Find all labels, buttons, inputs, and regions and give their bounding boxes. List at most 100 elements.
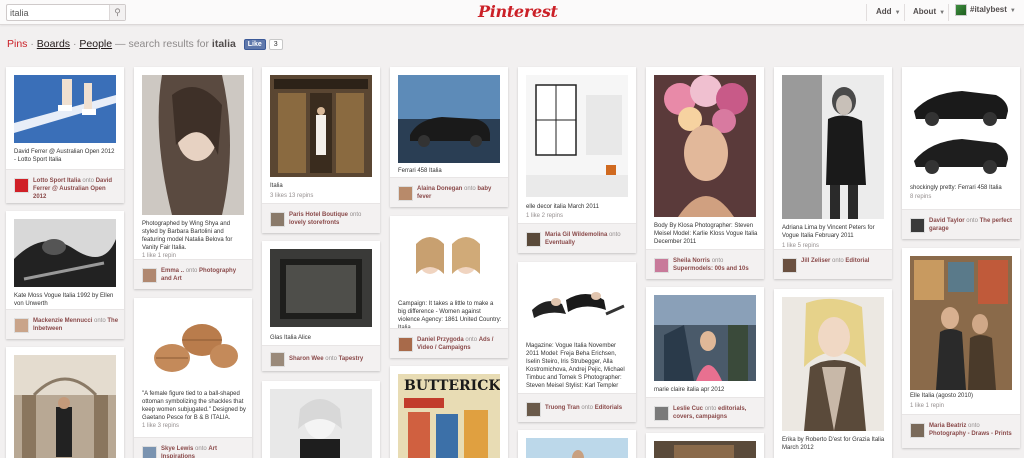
pin-image[interactable] bbox=[142, 306, 244, 378]
pin-card[interactable] bbox=[646, 433, 764, 458]
attribution-text: Paris Hotel Boutique onto lovely storefr… bbox=[289, 211, 376, 227]
pin-image[interactable] bbox=[398, 75, 500, 163]
pin-image[interactable]: BUTTERICK bbox=[398, 374, 500, 458]
pinner-name[interactable]: Sheila Norris bbox=[673, 258, 710, 264]
attribution-text: Truong Tran onto Editorials bbox=[545, 404, 632, 412]
pin-card[interactable]: elle decor italia March 2011 1 like 2 re… bbox=[518, 67, 636, 253]
nav-about-menu[interactable]: About ▼ bbox=[913, 7, 945, 16]
tab-pins[interactable]: Pins bbox=[7, 38, 27, 50]
onto-text: onto bbox=[195, 446, 207, 452]
breadcrumb-separator: · bbox=[30, 38, 34, 50]
pinner-name[interactable]: Maria Beatriz bbox=[929, 423, 966, 429]
user-avatar[interactable] bbox=[270, 352, 285, 367]
pin-image[interactable] bbox=[782, 75, 884, 219]
pin-image[interactable] bbox=[270, 249, 372, 327]
board-name[interactable]: Editorial bbox=[845, 258, 869, 264]
pin-image[interactable] bbox=[14, 219, 116, 287]
pin-image[interactable] bbox=[910, 75, 1012, 179]
user-avatar[interactable] bbox=[526, 232, 541, 247]
pinner-name[interactable]: Jill Zeliser bbox=[801, 258, 830, 264]
pin-image[interactable] bbox=[270, 75, 372, 177]
pin-card[interactable]: Italia 3 likes 13 repins Paris Hotel Bou… bbox=[262, 67, 380, 233]
user-avatar[interactable] bbox=[398, 337, 413, 352]
pinner-name[interactable]: Sharon Wee bbox=[289, 356, 324, 362]
pin-card[interactable]: Elle Italia (agosto 2010) 1 like 1 repin… bbox=[902, 248, 1020, 448]
user-avatar[interactable] bbox=[14, 178, 29, 193]
user-avatar bbox=[955, 4, 967, 16]
pin-image[interactable] bbox=[14, 75, 116, 143]
pinner-name[interactable]: Truong Tran bbox=[545, 405, 580, 411]
pin-image[interactable] bbox=[910, 256, 1012, 390]
pin-image[interactable] bbox=[654, 295, 756, 381]
pinner-name[interactable]: Paris Hotel Boutique bbox=[289, 212, 348, 218]
user-avatar[interactable] bbox=[782, 258, 797, 273]
pinner-name[interactable]: Daniel Przygoda bbox=[417, 337, 464, 343]
user-avatar[interactable] bbox=[526, 402, 541, 417]
onto-text: onto bbox=[465, 337, 478, 343]
pinner-name[interactable]: Leslie Cuc bbox=[673, 406, 703, 412]
board-name[interactable]: Editorials bbox=[595, 405, 622, 411]
user-avatar[interactable] bbox=[910, 218, 925, 233]
pin-card[interactable] bbox=[262, 381, 380, 458]
pin-card[interactable]: Glas Italia Alice Sharon Wee onto Tapest… bbox=[262, 241, 380, 371]
user-avatar[interactable] bbox=[270, 212, 285, 227]
tab-people[interactable]: People bbox=[79, 38, 112, 50]
pin-card[interactable]: Photographed by Wing Shya and styled by … bbox=[134, 67, 252, 289]
search-box[interactable]: ⚲ bbox=[6, 4, 126, 21]
user-avatar[interactable] bbox=[910, 423, 925, 438]
user-avatar[interactable] bbox=[14, 318, 29, 333]
board-name[interactable]: Eventually bbox=[545, 240, 575, 246]
pinner-name[interactable]: Emma .. bbox=[161, 268, 184, 274]
board-name[interactable]: Photography - Draws - Prints bbox=[929, 431, 1012, 437]
pinner-name[interactable]: Maria Gil Wildemolina bbox=[545, 232, 607, 238]
user-avatar[interactable] bbox=[142, 268, 157, 283]
pinner-name[interactable]: Lotto Sport Italia bbox=[33, 178, 81, 184]
pin-card[interactable]: shockingly pretty: Ferrari 458 Italia 8 … bbox=[902, 67, 1020, 239]
user-avatar[interactable] bbox=[142, 446, 157, 458]
breadcrumb-separator: · bbox=[72, 38, 77, 50]
pin-image[interactable] bbox=[398, 224, 500, 294]
pin-card[interactable] bbox=[6, 347, 124, 458]
pin-image[interactable] bbox=[654, 441, 756, 458]
pin-card[interactable]: Magazine: Vogue Italia November 2011 Mod… bbox=[518, 262, 636, 422]
pin-image[interactable] bbox=[654, 75, 756, 217]
pin-image[interactable] bbox=[142, 75, 244, 215]
search-input[interactable] bbox=[10, 6, 110, 19]
pin-card[interactable]: Adriana Lima by Vincent Peters for Vogue… bbox=[774, 67, 892, 279]
pinner-name[interactable]: Mackenzie Mennucci bbox=[33, 318, 92, 324]
pin-card[interactable]: marie claire italia apr 2012 Leslie Cuc … bbox=[646, 287, 764, 427]
user-avatar[interactable] bbox=[398, 186, 413, 201]
pinner-name[interactable]: David Taylor bbox=[929, 218, 965, 224]
nav-user-menu[interactable]: #italybest ▼ bbox=[955, 4, 1016, 16]
pin-image[interactable] bbox=[526, 438, 628, 458]
user-avatar[interactable] bbox=[654, 258, 669, 273]
nav-add-menu[interactable]: Add ▼ bbox=[876, 7, 901, 16]
pin-card[interactable]: Body By Klosa Photographer: Steven Meise… bbox=[646, 67, 764, 279]
pin-card[interactable] bbox=[518, 430, 636, 458]
pin-card[interactable]: BUTTERICK bbox=[390, 366, 508, 458]
pin-image[interactable] bbox=[526, 75, 628, 197]
chevron-down-icon: ▼ bbox=[1009, 8, 1016, 15]
pinterest-logo[interactable]: Pinterest bbox=[478, 1, 558, 23]
attribution-text: Sheila Norris onto Supermodels: 00s and … bbox=[673, 257, 760, 273]
pin-card[interactable]: Ferrari 458 Italia Alaina Donegan onto b… bbox=[390, 67, 508, 207]
pinner-name[interactable]: Skye Lewis bbox=[161, 446, 193, 452]
pin-card[interactable]: David Ferrer @ Australian Open 2012 - Lo… bbox=[6, 67, 124, 203]
pin-image[interactable] bbox=[270, 389, 372, 458]
user-avatar[interactable] bbox=[654, 406, 669, 421]
pin-attribution: Sheila Norris onto Supermodels: 00s and … bbox=[646, 249, 764, 279]
pinner-name[interactable]: Alaina Donegan bbox=[417, 186, 462, 192]
tab-boards[interactable]: Boards bbox=[37, 38, 70, 50]
pin-card[interactable]: Campaign: It takes a little to make a bi… bbox=[390, 216, 508, 358]
pin-image[interactable] bbox=[782, 297, 884, 431]
board-name[interactable]: Supermodels: 00s and 10s bbox=[673, 266, 749, 272]
facebook-like-button[interactable]: Like bbox=[243, 39, 266, 50]
search-icon[interactable]: ⚲ bbox=[109, 5, 125, 20]
board-name[interactable]: lovely storefronts bbox=[289, 220, 339, 226]
pin-card[interactable]: Kate Moss Vogue Italia 1992 by Ellen von… bbox=[6, 211, 124, 339]
pin-image[interactable] bbox=[526, 270, 628, 336]
pin-card[interactable]: "A female figure tied to a ball-shaped o… bbox=[134, 298, 252, 458]
pin-card[interactable]: Erika by Roberto D'est for Grazia Italia… bbox=[774, 289, 892, 458]
board-name[interactable]: Tapestry bbox=[339, 356, 364, 362]
pin-image[interactable] bbox=[14, 355, 116, 458]
